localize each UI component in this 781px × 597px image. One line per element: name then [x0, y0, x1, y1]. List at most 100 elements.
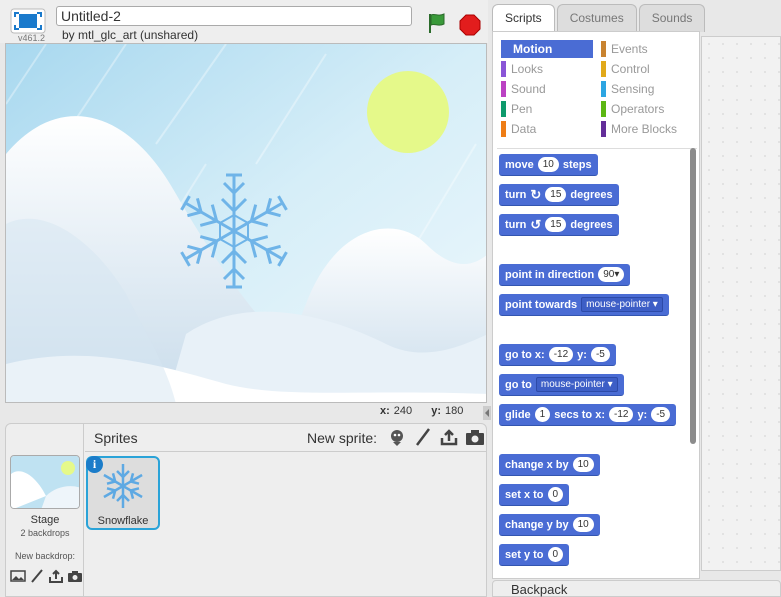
sprite-thumbnail-snowflake[interactable]: Snowflake i: [86, 456, 160, 530]
block-move-steps[interactable]: move 10 steps: [499, 154, 598, 176]
fullscreen-icon[interactable]: [10, 8, 46, 34]
block-input[interactable]: 15: [545, 217, 567, 232]
block-point-towards[interactable]: point towards mouse-pointer ▾: [499, 294, 669, 316]
block-text: change x by: [505, 458, 569, 471]
project-byline: by mtl_glc_art (unshared): [62, 28, 199, 42]
stage-backdrop: [6, 44, 486, 402]
info-icon[interactable]: i: [86, 456, 103, 473]
block-palette: Motion Looks Sound Pen Data Events Contr…: [492, 31, 700, 579]
stage-thumbnail[interactable]: [10, 455, 80, 509]
category-label: Sound: [511, 82, 546, 96]
block-text: degrees: [570, 188, 613, 201]
block-input[interactable]: 0: [547, 487, 564, 502]
category-swatch: [601, 61, 606, 77]
block-set-y[interactable]: set y to 0: [499, 544, 570, 566]
block-go-to-xy[interactable]: go to x: -12 y: -5: [499, 344, 616, 366]
stop-icon[interactable]: [459, 14, 481, 36]
upload-icon[interactable]: [48, 568, 64, 584]
category-operators[interactable]: Operators: [601, 100, 664, 118]
category-control[interactable]: Control: [601, 60, 650, 78]
category-sound[interactable]: Sound: [501, 80, 546, 98]
category-swatch: [601, 101, 606, 117]
block-input[interactable]: 10: [572, 457, 594, 472]
sprites-title: Sprites: [94, 430, 138, 446]
backpack-bar[interactable]: Backpack: [492, 580, 781, 597]
block-dropdown[interactable]: mouse-pointer ▾: [535, 377, 618, 392]
collapse-arrow-icon[interactable]: [483, 406, 491, 420]
block-input[interactable]: 10: [537, 157, 559, 172]
category-swatch: [501, 121, 506, 137]
category-swatch: [501, 101, 506, 117]
block-text: steps: [562, 158, 592, 171]
tab-sounds[interactable]: Sounds: [638, 4, 706, 32]
block-text: degrees: [570, 218, 613, 231]
category-events[interactable]: Events: [601, 40, 648, 58]
block-change-x[interactable]: change x by 10: [499, 454, 600, 476]
category-looks[interactable]: Looks: [501, 60, 543, 78]
block-dropdown[interactable]: 90▾: [598, 267, 625, 282]
project-title-input[interactable]: [56, 6, 412, 26]
block-input[interactable]: -5: [651, 407, 671, 422]
block-text: move: [505, 158, 534, 171]
category-label: Sensing: [611, 82, 655, 96]
version-label: v461.2: [18, 33, 46, 43]
block-input[interactable]: 0: [547, 547, 564, 562]
palette-divider: [497, 148, 697, 149]
paint-icon[interactable]: [413, 427, 433, 447]
category-label: Control: [611, 62, 650, 76]
block-text: go to x:: [505, 348, 545, 361]
tab-costumes[interactable]: Costumes: [556, 4, 637, 32]
camera-icon[interactable]: [67, 568, 83, 584]
palette-scrollbar[interactable]: [690, 148, 696, 444]
green-flag-icon[interactable]: [426, 12, 448, 34]
block-dropdown[interactable]: mouse-pointer ▾: [581, 297, 663, 312]
stage-backdrop-count: 2 backdrops: [20, 528, 70, 538]
sprite-pane: Stage 2 backdrops New backdrop: Sprites …: [5, 423, 487, 597]
tab-scripts[interactable]: Scripts: [492, 4, 555, 32]
script-area[interactable]: [701, 36, 781, 571]
category-label: Looks: [511, 62, 544, 76]
mouse-coordinates: x: 240 y: 180: [380, 405, 479, 417]
library-icon[interactable]: [10, 568, 26, 584]
block-turn-left[interactable]: turn ↺ 15 degrees: [499, 214, 619, 236]
category-swatch: [601, 81, 606, 97]
category-motion[interactable]: Motion: [501, 40, 593, 58]
block-input[interactable]: 15: [545, 187, 567, 202]
block-go-to[interactable]: go to mouse-pointer ▾: [499, 374, 624, 396]
block-turn-right[interactable]: turn ↻ 15 degrees: [499, 184, 619, 206]
block-input[interactable]: -12: [548, 347, 574, 362]
editor-tabs: Scripts Costumes Sounds: [492, 4, 707, 32]
paint-icon[interactable]: [29, 568, 45, 584]
block-input[interactable]: -12: [608, 407, 634, 422]
block-input[interactable]: 10: [572, 517, 594, 532]
category-label: Events: [611, 42, 648, 56]
mouse-x-value: 240: [393, 405, 413, 417]
block-text: turn: [505, 218, 527, 231]
mouse-y-value: 180: [444, 405, 464, 417]
block-text: point in direction: [505, 268, 595, 281]
block-text: glide: [505, 408, 531, 421]
block-text: y:: [637, 408, 648, 421]
block-point-in-direction[interactable]: point in direction 90▾: [499, 264, 631, 286]
category-sensing[interactable]: Sensing: [601, 80, 654, 98]
sprite-library-icon[interactable]: [387, 427, 407, 447]
block-input[interactable]: 1: [534, 407, 551, 422]
block-glide[interactable]: glide 1 secs to x: -12 y: -5: [499, 404, 677, 426]
block-change-y[interactable]: change y by 10: [499, 514, 600, 536]
stage-canvas[interactable]: [5, 43, 487, 403]
block-text: secs to x:: [554, 408, 605, 421]
block-set-x[interactable]: set x to 0: [499, 484, 570, 506]
category-pen[interactable]: Pen: [501, 100, 532, 118]
block-input[interactable]: -5: [590, 347, 610, 362]
new-backdrop-icons: [10, 568, 83, 584]
sprites-header: Sprites New sprite:: [85, 424, 486, 452]
block-text: go to: [505, 378, 532, 391]
motion-blocks: move 10 steps turn ↻ 15 degrees turn ↺ 15 degree…: [499, 154, 681, 574]
camera-icon[interactable]: [465, 427, 485, 447]
category-label: More Blocks: [611, 122, 678, 136]
category-more-blocks[interactable]: More Blocks: [601, 120, 677, 138]
upload-icon[interactable]: [439, 427, 459, 447]
block-text: y:: [577, 348, 587, 361]
sprite-name: Snowflake: [97, 515, 149, 527]
category-data[interactable]: Data: [501, 120, 536, 138]
